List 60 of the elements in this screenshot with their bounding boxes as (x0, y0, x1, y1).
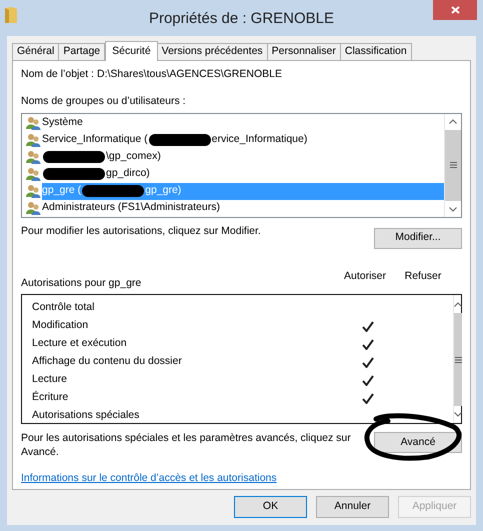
permission-name: Lecture et exécution (32, 336, 128, 352)
permission-name: Autorisations spéciales (32, 408, 140, 424)
permission-row[interactable]: Lecture (22, 371, 453, 390)
redaction-mark (82, 185, 144, 197)
list-item[interactable]: Service_Informatique ( ervice_Informatique) (42, 132, 444, 148)
list-item[interactable]: \gp_comex) (42, 148, 444, 166)
redaction-mark (43, 168, 105, 180)
redaction-mark (43, 151, 105, 163)
window-title: Propriétés de : GRENOBLE (148, 8, 334, 29)
object-path: D:\Shares\tous\AGENCES\GRENOBLE (97, 67, 282, 82)
grip-icon (450, 162, 456, 168)
users-icon (26, 150, 41, 164)
list-item[interactable]: Administrateurs (FS1\Administrateurs) (42, 200, 444, 216)
column-header: Refuser (404, 268, 442, 284)
permission-name: Contrôle total (32, 300, 96, 316)
users-icon (26, 167, 41, 181)
object-name-label: Nom de l’objet : (21, 67, 95, 82)
permissions-label: Autorisations pour gp_gre (21, 276, 142, 290)
modify-hint: Pour modifier les autorisations, cliquez sur Modifier. (21, 224, 262, 238)
scrollbar[interactable] (444, 114, 461, 216)
permission-row[interactable]: Lecture et exécution (22, 335, 453, 354)
scroll-up-icon[interactable] (454, 302, 462, 308)
advanced-button[interactable]: Avancé (374, 432, 462, 454)
grip-icon (454, 356, 462, 363)
permission-row[interactable]: Écriture (22, 389, 453, 408)
scroll-down-icon[interactable] (454, 412, 462, 418)
scroll-down-icon[interactable] (449, 206, 457, 212)
tab[interactable]: Classification (340, 43, 412, 60)
permission-row[interactable]: Modification (22, 317, 453, 336)
advanced-hint: Pour les autorisations spéciales et les paramètres avancés, cliquez sur Avancé. (21, 431, 352, 460)
users-icon (26, 116, 41, 130)
help-link[interactable]: Informations sur le contrôle d’accès et les autorisations (21, 471, 462, 487)
tab[interactable]: Partage (58, 43, 106, 60)
scrollbar[interactable] (453, 295, 462, 424)
list-item[interactable]: Système (42, 114, 444, 132)
list-item[interactable]: gp_dirco) (42, 166, 444, 182)
users-icon (26, 201, 41, 215)
dialog-button[interactable]: Annuler (316, 496, 389, 518)
scroll-thumb[interactable] (454, 313, 462, 406)
tab[interactable]: Sécurité (105, 41, 158, 61)
dialog-button[interactable]: OK (234, 496, 307, 518)
permission-name: Modification (32, 318, 90, 334)
scroll-up-icon[interactable] (449, 118, 457, 124)
permission-name: Écriture (32, 390, 70, 406)
permission-name: Lecture (32, 372, 68, 388)
redaction-mark (148, 134, 211, 146)
groups-label: Noms de groupes ou d’utilisateurs : (21, 94, 187, 109)
column-header: Autoriser (342, 268, 387, 284)
tab[interactable]: Général (12, 43, 60, 60)
users-icon (26, 184, 41, 198)
folder-icon (4, 6, 18, 24)
permission-row[interactable]: Affichage du contenu du dossier (22, 353, 453, 372)
permission-row[interactable]: Contrôle total (22, 299, 453, 318)
close-button[interactable] (433, 0, 477, 20)
permission-name: Affichage du contenu du dossier (32, 354, 183, 370)
modify-button[interactable]: Modifier... (374, 228, 462, 248)
users-icon (26, 133, 41, 147)
close-icon (450, 6, 460, 14)
scroll-thumb[interactable] (445, 130, 461, 200)
permission-row[interactable]: Autorisations spéciales (22, 407, 453, 426)
